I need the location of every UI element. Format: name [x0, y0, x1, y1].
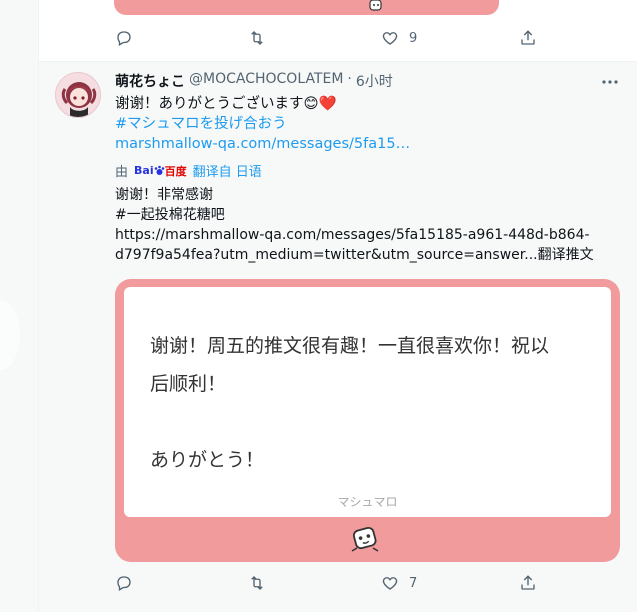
like-icon: [382, 32, 398, 45]
card-footer: マシュマロ: [337, 495, 398, 509]
author-handle[interactable]: @MOCACHOCOLATEM: [189, 71, 343, 91]
hashtag-link[interactable]: #マシュマロを投げ合おう: [115, 114, 615, 134]
separator-dot: ·: [347, 71, 352, 87]
avatar[interactable]: [55, 72, 101, 118]
marshmallow-icon: [369, 0, 382, 11]
left-background: [0, 0, 38, 612]
reply-icon: [117, 31, 131, 46]
tweet[interactable]: 萌花ちょこ @MOCACHOCOLATEM · 6小时 谢谢！ありがとうございま…: [39, 62, 637, 612]
card-line: 谢谢！周五的推文很有趣！一直很喜欢你！祝以: [150, 335, 550, 357]
card-message: 谢谢！周五的推文很有趣！一直很喜欢你！祝以 后顺利！ ありがとう！: [150, 327, 590, 479]
translate-from-link[interactable]: 翻译自 日语: [193, 161, 262, 180]
retweet-icon: [251, 31, 263, 45]
card-line: 后顺利！: [150, 373, 227, 395]
like-icon: [382, 577, 398, 590]
baidu-logo: Bai 百度: [134, 163, 187, 179]
timeline-column: 9 萌花ちょこ @MOCACHOCOLATEM · 6小时 谢谢！ありがとうござ…: [38, 0, 637, 612]
baidu-logo-left: Bai: [134, 164, 154, 177]
baidu-paw-icon: [154, 165, 164, 175]
retweet-button[interactable]: [248, 29, 276, 47]
tweet-header: 萌花ちょこ @MOCACHOCOLATEM · 6小时: [115, 71, 393, 91]
card-content: 谢谢！周五的推文很有趣！一直很喜欢你！祝以 后顺利！ ありがとう！ マシュマロ: [124, 287, 611, 517]
timestamp[interactable]: 6小时: [356, 71, 393, 91]
reply-button[interactable]: [115, 574, 143, 592]
retweet-icon: [251, 576, 263, 590]
card-line: [150, 403, 590, 441]
marshmallow-card[interactable]: 谢谢！周五的推文很有趣！一直很喜欢你！祝以 后顺利！ ありがとう！ マシュマロ: [115, 279, 620, 562]
share-button[interactable]: [519, 29, 537, 47]
like-count: 7: [409, 575, 418, 591]
url-link[interactable]: marshmallow-qa.com/messages/5fa15…: [115, 134, 615, 154]
translated-text: 谢谢！非常感谢 #一起投棉花糖吧 https://marshmallow-qa.…: [115, 185, 620, 265]
translated-line: d797f9a54fea?utm_medium=twitter&utm_sour…: [115, 247, 594, 263]
translation-attribution: 由 Bai 百度 翻译自 日语: [115, 161, 262, 180]
retweet-button[interactable]: [248, 574, 276, 592]
marshmallow-icon: [351, 526, 379, 552]
baidu-logo-right: 百度: [164, 164, 187, 178]
page: 9 萌花ちょこ @MOCACHOCOLATEM · 6小时 谢谢！ありがとうござ…: [0, 0, 637, 612]
like-button[interactable]: 7: [381, 574, 417, 592]
translated-line: 谢谢！非常感谢: [115, 187, 213, 203]
reply-icon: [117, 576, 131, 591]
share-icon: [521, 575, 535, 590]
tweet-body: 谢谢！ありがとうございます😊❤️ #マシュマロを投げ合おう marshmallo…: [115, 94, 615, 154]
translated-line: #一起投棉花糖吧: [115, 207, 225, 223]
prev-card-bottom[interactable]: [114, 0, 499, 15]
card-line: ありがとう！: [150, 449, 265, 471]
translated-line: https://marshmallow-qa.com/messages/5fa1…: [115, 227, 590, 243]
reply-button[interactable]: [115, 29, 143, 47]
author-name[interactable]: 萌花ちょこ: [115, 71, 185, 91]
share-button[interactable]: [519, 574, 537, 592]
tweet-text: 谢谢！ありがとうございます😊❤️: [115, 96, 337, 112]
like-count: 9: [409, 30, 418, 46]
share-icon: [521, 30, 535, 45]
translate-by-label: 由: [115, 165, 129, 180]
more-icon[interactable]: [600, 72, 620, 92]
like-button[interactable]: 9: [381, 29, 417, 47]
avatar-image: [56, 73, 100, 117]
